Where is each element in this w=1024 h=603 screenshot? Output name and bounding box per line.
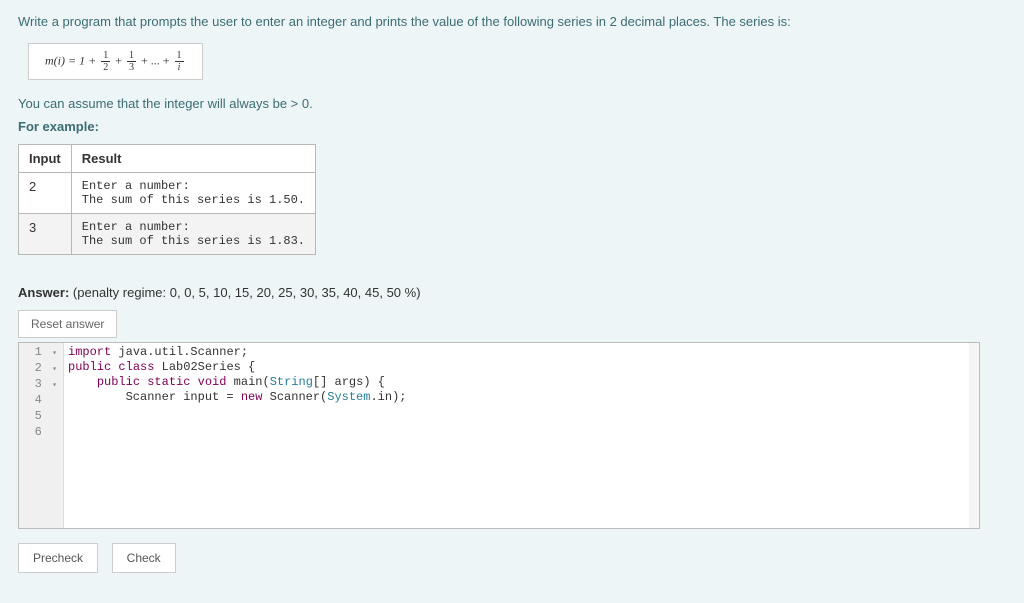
precheck-button[interactable]: Precheck — [18, 543, 98, 573]
fraction-i: 1i — [173, 50, 186, 73]
code-editor[interactable]: 1 ▾ 2 ▾ 3 ▾ 4 5 6 import java.util.Scann… — [18, 342, 980, 529]
fraction-third: 13 — [125, 50, 138, 73]
formula-lhs: m(i) = 1 + — [45, 53, 96, 67]
input-cell: 2 — [19, 173, 72, 214]
result-cell: Enter a number: The sum of this series i… — [71, 214, 315, 255]
table-row: 3 Enter a number: The sum of this series… — [19, 214, 316, 255]
check-button[interactable]: Check — [112, 543, 176, 573]
for-example-label: For example: — [18, 119, 1006, 134]
table-row: 2 Enter a number: The sum of this series… — [19, 173, 316, 214]
problem-prompt: Write a program that prompts the user to… — [18, 14, 1006, 29]
th-result: Result — [71, 145, 315, 173]
penalty-text: (penalty regime: 0, 0, 5, 10, 15, 20, 25… — [73, 285, 421, 300]
result-cell: Enter a number: The sum of this series i… — [71, 173, 315, 214]
formula-mid: + ... + — [141, 53, 170, 67]
example-table: Input Result 2 Enter a number: The sum o… — [18, 144, 316, 255]
fraction-half: 12 — [99, 50, 112, 73]
answer-label: Answer: — [18, 285, 69, 300]
code-content[interactable]: import java.util.Scanner; public class L… — [64, 343, 979, 528]
reset-answer-button[interactable]: Reset answer — [18, 310, 117, 338]
th-input: Input — [19, 145, 72, 173]
answer-header: Answer: (penalty regime: 0, 0, 5, 10, 15… — [18, 285, 1006, 300]
editor-gutter: 1 ▾ 2 ▾ 3 ▾ 4 5 6 — [19, 343, 64, 528]
assumption-text: You can assume that the integer will alw… — [18, 96, 1006, 111]
input-cell: 3 — [19, 214, 72, 255]
scrollbar[interactable] — [969, 343, 979, 528]
formula: m(i) = 1 + 12 + 13 + ... + 1i — [28, 43, 203, 80]
